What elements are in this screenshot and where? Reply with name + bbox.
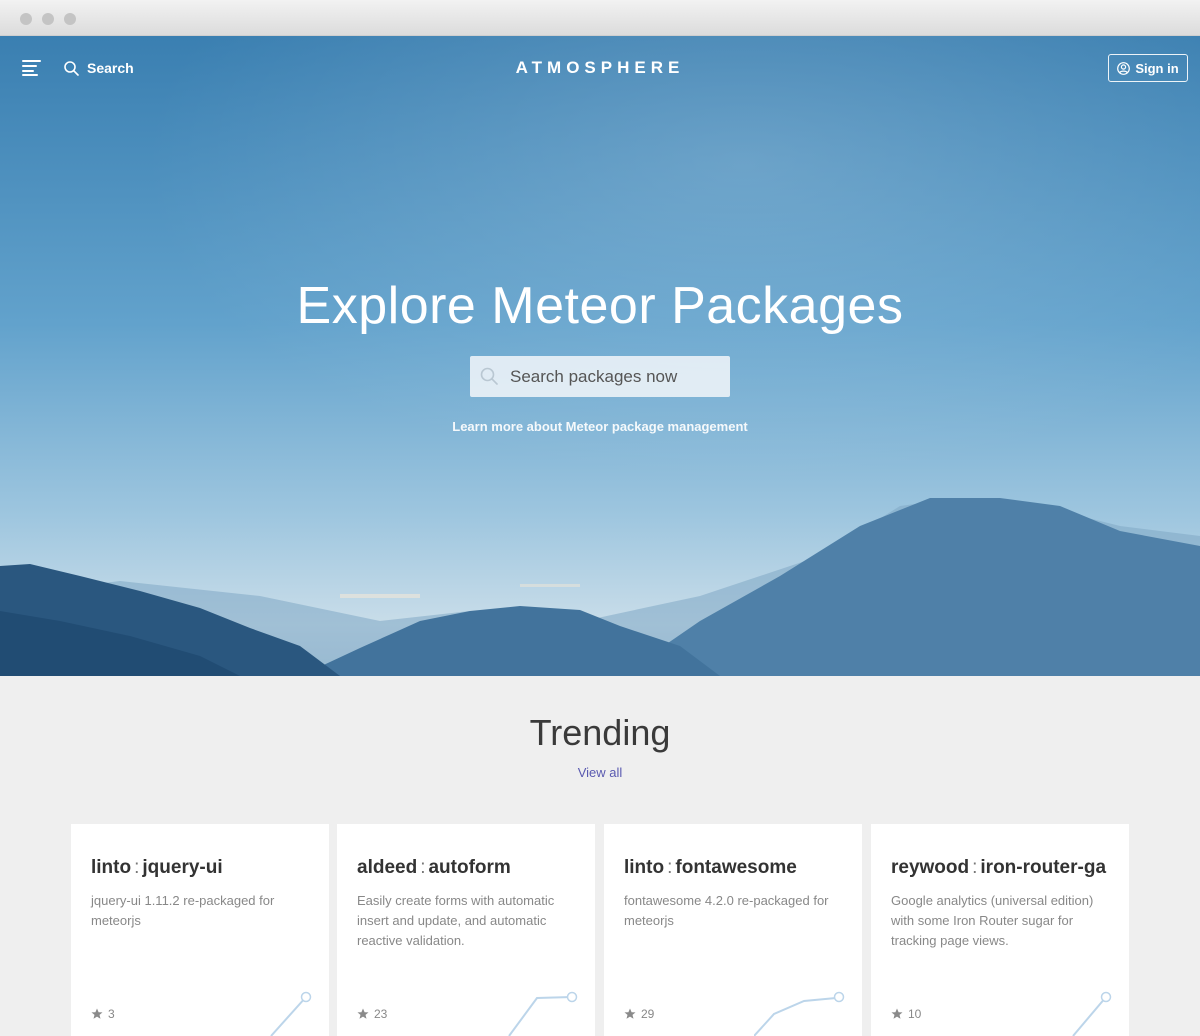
package-owner: linto — [624, 857, 665, 878]
star-count: 3 — [91, 1007, 115, 1021]
package-separator: : — [667, 857, 673, 878]
star-count: 23 — [357, 1007, 387, 1021]
star-count-value: 3 — [108, 1007, 115, 1021]
package-search-input[interactable] — [510, 356, 724, 397]
star-icon — [891, 1008, 903, 1019]
package-search-box[interactable] — [470, 356, 730, 397]
star-count-value: 23 — [374, 1007, 388, 1021]
star-icon — [91, 1008, 103, 1019]
package-name[interactable]: reywood: iron-router-ga — [891, 857, 1106, 879]
install-trend-sparkline — [270, 991, 312, 1036]
package-owner: linto — [91, 857, 132, 878]
view-all-container: View all — [0, 764, 1200, 782]
learn-more-container: Learn more about Meteor package manageme… — [0, 418, 1200, 436]
close-window-icon[interactable] — [20, 13, 32, 25]
package-title: fontawesome — [675, 857, 797, 878]
minimize-window-icon[interactable] — [42, 13, 54, 25]
hero-banner: Search ATMOSPHERE Sign in Explore Meteor… — [0, 36, 1200, 676]
package-separator: : — [134, 857, 140, 878]
package-card[interactable]: linto: jquery-ui jquery-ui 1.11.2 re-pack… — [71, 824, 329, 1036]
package-card[interactable]: aldeed: autoform Easily create forms with… — [337, 824, 595, 1036]
maximize-window-icon[interactable] — [64, 13, 76, 25]
star-count: 10 — [891, 1007, 921, 1021]
package-name[interactable]: aldeed: autoform — [357, 857, 511, 879]
star-icon — [624, 1008, 636, 1019]
hero-title: Explore Meteor Packages — [296, 277, 904, 335]
learn-more-link[interactable]: Learn more about Meteor package manageme… — [452, 419, 747, 434]
trending-title: Trending — [529, 712, 671, 753]
package-description: jquery-ui 1.11.2 re-packaged for meteorj… — [91, 893, 275, 928]
star-count-value: 10 — [908, 1007, 922, 1021]
package-title: autoform — [428, 857, 511, 878]
package-card[interactable]: reywood: iron-router-ga Google analytics … — [871, 824, 1129, 1036]
package-separator: : — [420, 857, 426, 878]
package-separator: : — [972, 857, 978, 878]
top-navigation: Search ATMOSPHERE Sign in — [0, 36, 1200, 100]
install-trend-sparkline — [508, 991, 578, 1036]
window-titlebar — [0, 0, 1200, 36]
view-all-link[interactable]: View all — [578, 765, 623, 780]
package-title: iron-router-ga — [980, 857, 1107, 878]
star-count: 29 — [624, 1007, 654, 1021]
package-description: fontawesome 4.2.0 re-packaged for meteor… — [624, 893, 829, 928]
package-name[interactable]: linto: fontawesome — [624, 857, 797, 879]
package-card[interactable]: linto: fontawesome fontawesome 4.2.0 re-p… — [604, 824, 862, 1036]
star-icon — [357, 1008, 369, 1019]
package-name[interactable]: linto: jquery-ui — [91, 857, 223, 879]
package-owner: aldeed — [357, 857, 418, 878]
sign-in-button[interactable]: Sign in — [1108, 54, 1188, 82]
package-description: Google analytics (universal edition) wit… — [891, 893, 1094, 948]
install-trend-sparkline — [754, 991, 845, 1036]
brand-logo[interactable]: ATMOSPHERE — [0, 58, 1200, 78]
package-description: Easily create forms with automatic inser… — [357, 893, 555, 948]
user-icon — [1117, 61, 1131, 75]
package-owner: reywood — [891, 857, 970, 878]
search-icon — [480, 367, 498, 385]
package-title: jquery-ui — [142, 857, 223, 878]
install-trend-sparkline — [1072, 991, 1112, 1036]
sign-in-label: Sign in — [1135, 60, 1179, 76]
star-count-value: 29 — [641, 1007, 655, 1021]
